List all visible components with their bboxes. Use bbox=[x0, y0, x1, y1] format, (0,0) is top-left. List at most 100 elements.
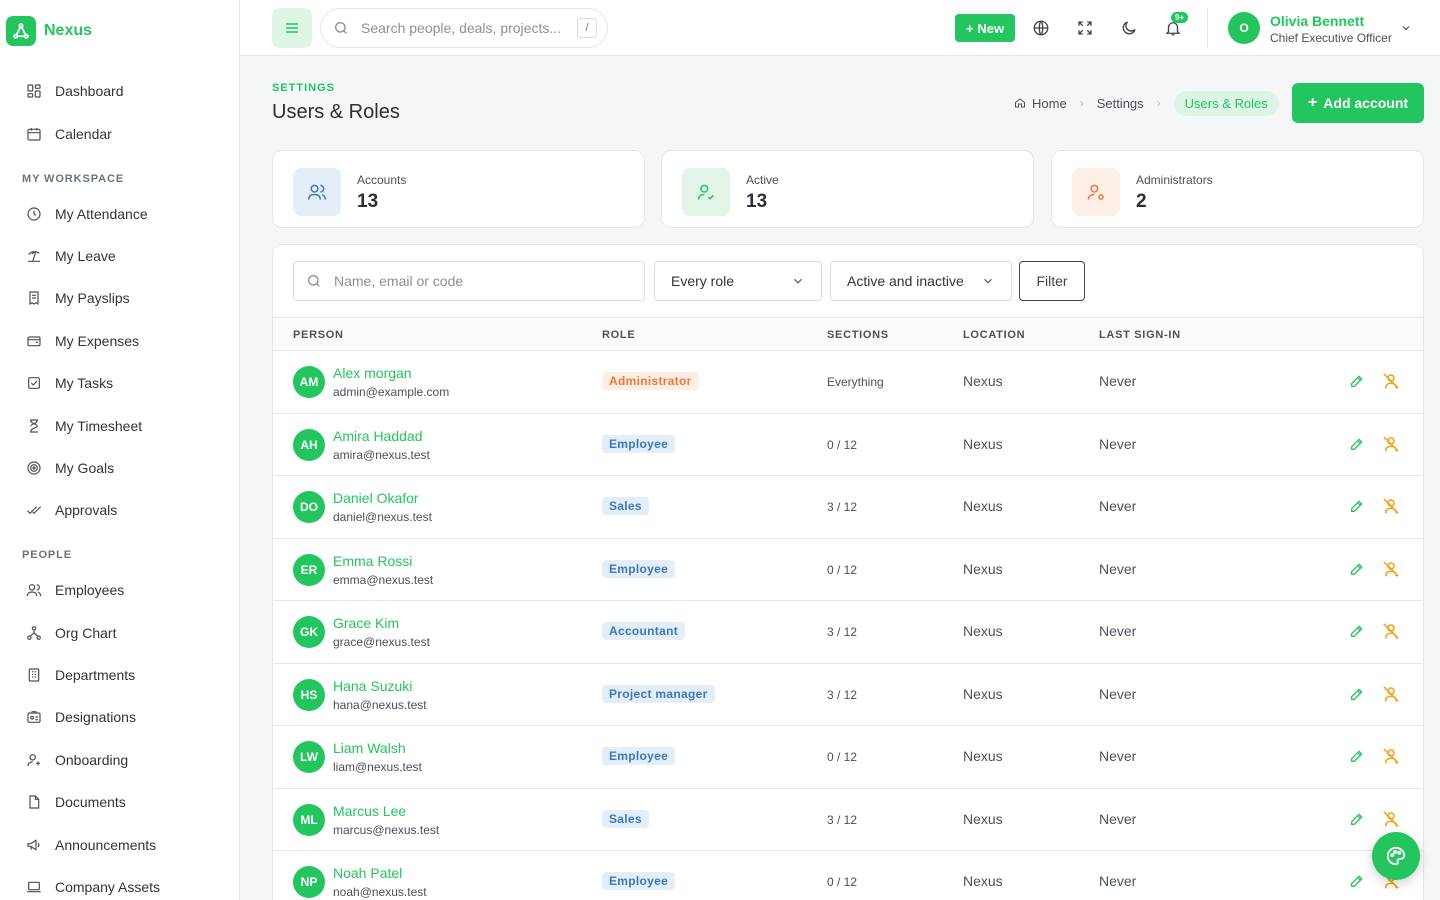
stat-label: Accounts bbox=[357, 173, 407, 187]
breadcrumb-home[interactable]: Home bbox=[1014, 96, 1067, 111]
sidebar-item-dashboard[interactable]: Dashboard bbox=[26, 80, 124, 102]
hamburger-icon bbox=[285, 23, 299, 33]
fullscreen-button[interactable] bbox=[1071, 14, 1099, 42]
person-email: admin@example.com bbox=[333, 385, 450, 399]
sidebar-item-employees[interactable]: Employees bbox=[26, 579, 124, 601]
person-name-link[interactable]: Daniel Okafor bbox=[333, 490, 419, 506]
sections-value: 0 / 12 bbox=[827, 750, 858, 764]
sidebar-item-my-leave[interactable]: My Leave bbox=[26, 245, 116, 267]
new-button[interactable]: + New bbox=[955, 14, 1015, 42]
status-select[interactable]: Active and inactive bbox=[830, 261, 1012, 301]
sidebar-item-my-tasks[interactable]: My Tasks bbox=[26, 372, 113, 394]
last-sign-in-value: Never bbox=[1099, 435, 1137, 452]
sidebar-item-my-timesheet[interactable]: My Timesheet bbox=[26, 415, 142, 437]
role-select[interactable]: Every role bbox=[654, 261, 822, 301]
calendar-icon bbox=[26, 126, 42, 142]
avatar: HS bbox=[293, 678, 325, 711]
sidebar-item-approvals[interactable]: Approvals bbox=[26, 499, 117, 521]
sidebar-item-announcements[interactable]: Announcements bbox=[26, 834, 156, 856]
edit-icon[interactable] bbox=[1349, 561, 1365, 577]
sidebar-item-documents[interactable]: Documents bbox=[26, 791, 126, 813]
sidebar-item-company-assets[interactable]: Company Assets bbox=[26, 876, 160, 898]
target-icon bbox=[26, 460, 42, 476]
sidebar-item-departments[interactable]: Departments bbox=[26, 664, 135, 686]
sidebar-item-label: My Goals bbox=[55, 460, 115, 476]
breadcrumb-settings[interactable]: Settings bbox=[1097, 96, 1144, 111]
globe-icon bbox=[1033, 20, 1049, 36]
person-name-link[interactable]: Alex morgan bbox=[333, 365, 412, 381]
person-name-link[interactable]: Amira Haddad bbox=[333, 428, 423, 444]
user-check-icon bbox=[682, 168, 730, 216]
sidebar-item-my-goals[interactable]: My Goals bbox=[26, 457, 114, 479]
sidebar-item-my-payslips[interactable]: My Payslips bbox=[26, 287, 130, 309]
person-name-link[interactable]: Marcus Lee bbox=[333, 803, 406, 819]
sidebar-item-label: My Attendance bbox=[55, 206, 148, 222]
sections-value: 0 / 12 bbox=[827, 437, 858, 452]
edit-icon[interactable] bbox=[1349, 811, 1365, 827]
location-value: Nexus bbox=[963, 810, 1003, 827]
add-account-button[interactable]: + Add account bbox=[1292, 83, 1424, 123]
sidebar-item-my-attendance[interactable]: My Attendance bbox=[26, 203, 148, 225]
notification-badge: 9+ bbox=[1171, 12, 1189, 23]
table-row: ML Marcus Lee marcus@nexus.test Sales 3 / 12… bbox=[273, 789, 1423, 851]
user-search-input[interactable]: Name, email or code bbox=[293, 261, 645, 301]
hourglass-icon bbox=[26, 418, 42, 434]
disable-user-icon[interactable] bbox=[1382, 497, 1400, 515]
sidebar-item-onboarding[interactable]: Onboarding bbox=[26, 749, 128, 771]
last-sign-in-value: Never bbox=[1099, 498, 1137, 514]
filter-button[interactable]: Filter bbox=[1019, 261, 1085, 301]
user-role: Chief Executive Officer bbox=[1270, 31, 1392, 45]
megaphone-icon bbox=[26, 837, 42, 853]
disable-user-icon[interactable] bbox=[1382, 372, 1400, 390]
disable-user-icon[interactable] bbox=[1382, 685, 1400, 703]
person-name-link[interactable]: Liam Walsh bbox=[333, 740, 406, 756]
sidebar-item-designations[interactable]: Designations bbox=[26, 706, 136, 728]
edit-icon[interactable] bbox=[1349, 873, 1365, 889]
disable-user-icon[interactable] bbox=[1382, 747, 1400, 765]
search-icon bbox=[308, 275, 320, 287]
disable-user-icon[interactable] bbox=[1382, 435, 1400, 453]
edit-icon[interactable] bbox=[1349, 748, 1365, 764]
breadcrumb-label: Home bbox=[1032, 95, 1067, 111]
avatar[interactable]: O bbox=[1228, 12, 1260, 44]
edit-icon[interactable] bbox=[1349, 436, 1365, 452]
nexus-logo-icon bbox=[6, 16, 36, 46]
receipt-icon bbox=[26, 290, 42, 306]
person-email: hana@nexus.test bbox=[333, 697, 427, 712]
edit-icon[interactable] bbox=[1349, 623, 1365, 639]
chevron-down-icon[interactable] bbox=[1400, 22, 1412, 34]
location-value: Nexus bbox=[963, 623, 1003, 639]
checkbox-icon bbox=[26, 375, 42, 391]
person-email: marcus@nexus.test bbox=[333, 822, 440, 837]
sidebar-item-label: Employees bbox=[55, 582, 125, 598]
edit-icon[interactable] bbox=[1349, 373, 1365, 389]
theme-toggle-button[interactable] bbox=[1115, 14, 1143, 42]
fullscreen-icon bbox=[1078, 21, 1092, 35]
column-header: ROLE bbox=[602, 329, 636, 341]
plus-icon: + bbox=[965, 20, 974, 36]
avatar: DO bbox=[293, 491, 325, 523]
person-name-link[interactable]: Grace Kim bbox=[333, 615, 399, 631]
theme-customizer-button[interactable] bbox=[1372, 832, 1420, 880]
role-badge: Employee bbox=[602, 434, 676, 453]
person-name-link[interactable]: Emma Rossi bbox=[333, 553, 412, 569]
brand[interactable]: Nexus bbox=[6, 16, 92, 46]
edit-icon[interactable] bbox=[1349, 498, 1365, 514]
search-placeholder: Search people, deals, projects... bbox=[361, 20, 562, 36]
person-name-link[interactable]: Hana Suzuki bbox=[333, 678, 412, 694]
user-name[interactable]: Olivia Bennett bbox=[1270, 13, 1364, 29]
last-sign-in-value: Never bbox=[1099, 685, 1137, 702]
sidebar-item-my-expenses[interactable]: My Expenses bbox=[26, 330, 139, 352]
disable-user-icon[interactable] bbox=[1382, 810, 1400, 828]
global-search-input[interactable]: Search people, deals, projects... / bbox=[320, 8, 608, 48]
sidebar-item-calendar[interactable]: Calendar bbox=[26, 123, 112, 145]
disable-user-icon[interactable] bbox=[1382, 622, 1400, 640]
person-name-link[interactable]: Noah Patel bbox=[333, 865, 402, 881]
menu-toggle-button[interactable] bbox=[272, 8, 312, 48]
sidebar-item-org-chart[interactable]: Org Chart bbox=[26, 622, 116, 644]
edit-icon[interactable] bbox=[1349, 686, 1365, 702]
language-button[interactable] bbox=[1027, 14, 1055, 42]
role-badge: Sales bbox=[602, 809, 649, 828]
sidebar-item-label: Documents bbox=[55, 794, 126, 810]
disable-user-icon[interactable] bbox=[1382, 560, 1400, 578]
